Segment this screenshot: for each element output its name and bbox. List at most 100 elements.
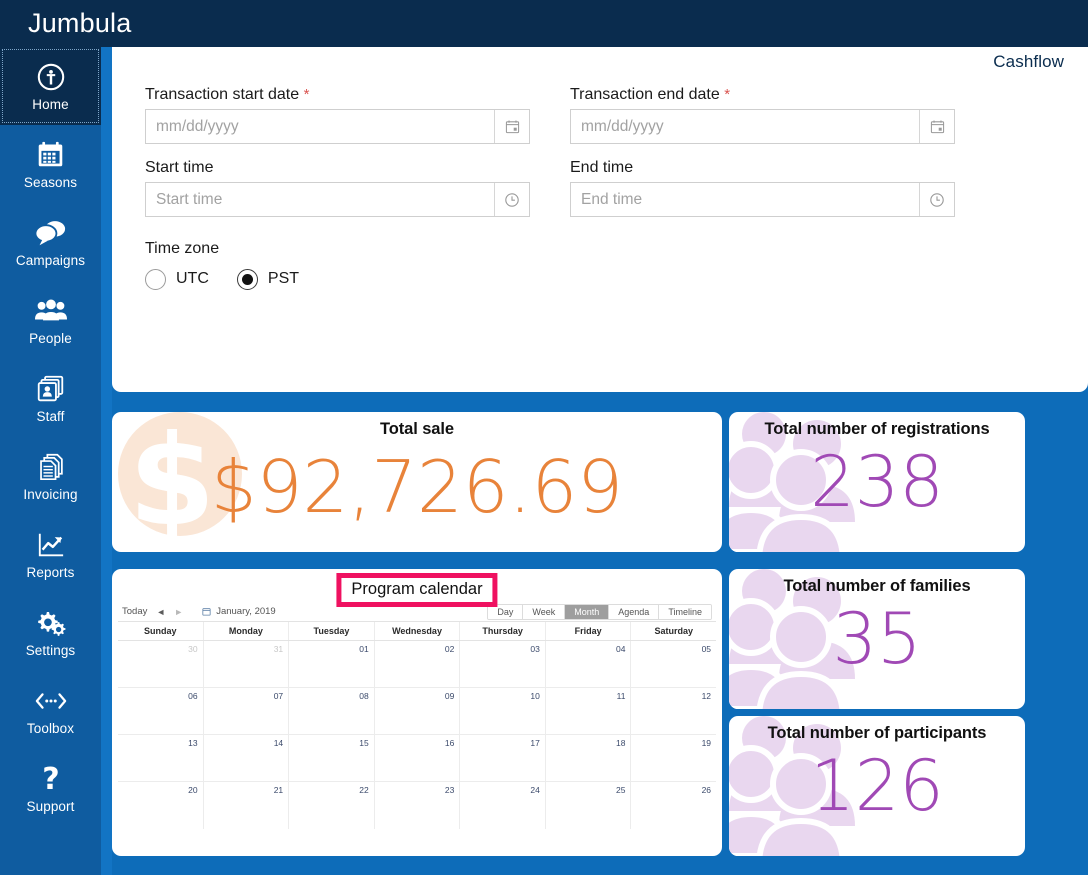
start-time-input[interactable] [146, 183, 494, 217]
calendar-day-cell[interactable]: 01 [289, 641, 375, 687]
sidebar-item-label: Toolbox [26, 720, 75, 736]
calendar-view-timeline[interactable]: Timeline [659, 604, 711, 619]
start-date-label-text: Transaction start date [145, 86, 300, 103]
calendar-view-week[interactable]: Week [523, 604, 566, 619]
calendar-widget: Today ◄ ► January, 2019 Day Week Month Agen… [118, 602, 716, 850]
timezone-radio-pst[interactable]: PST [236, 268, 299, 290]
calendar-day-cell[interactable]: 06 [118, 688, 204, 734]
info-circle-icon [34, 61, 68, 93]
calendar-period-label: January, 2019 [216, 606, 276, 617]
calendar-day-cell[interactable]: 22 [289, 782, 375, 829]
end-time-input-wrap[interactable] [570, 182, 955, 218]
start-date-field-group: Transaction start date * [145, 85, 548, 145]
end-time-label: End time [570, 159, 634, 177]
start-time-clock-icon[interactable] [494, 183, 529, 217]
calendar-day-cell[interactable]: 31 [204, 641, 290, 687]
sidebar-item-label: Seasons [23, 174, 78, 190]
calendar-day-cell[interactable]: 09 [375, 688, 461, 734]
id-cards-icon [34, 373, 68, 405]
calendar-day-header: Thursday [460, 622, 546, 640]
start-date-input-wrap[interactable] [145, 109, 530, 145]
program-calendar-title: Program calendar [336, 573, 498, 607]
calendar-day-cell[interactable]: 19 [631, 735, 716, 781]
timezone-radio-utc[interactable]: UTC [145, 268, 209, 290]
sidebar-item-toolbox[interactable]: Toolbox [0, 671, 101, 749]
calendar-day-cell[interactable]: 16 [375, 735, 461, 781]
chat-bubbles-icon [34, 217, 68, 249]
calendar-day-cell[interactable]: 04 [546, 641, 632, 687]
calendar-grid: 30 31 01 02 03 04 05 06 07 08 09 10 11 12 13 14 15 16 17 18… [118, 640, 716, 829]
sidebar-item-invoicing[interactable]: Invoicing [0, 437, 101, 515]
calendar-day-cell[interactable]: 26 [631, 782, 716, 829]
calendar-day-cell[interactable]: 30 [118, 641, 204, 687]
start-date-input[interactable] [146, 110, 494, 144]
card-total-participants-value: 126 [810, 745, 944, 827]
end-time-input[interactable] [571, 183, 919, 217]
calendar-day-cell[interactable]: 18 [546, 735, 632, 781]
card-total-participants-title: Total number of participants [767, 724, 987, 742]
calendar-view-agenda[interactable]: Agenda [609, 604, 660, 619]
sidebar-nav: Home Seasons Campaigns People Staff Invoicing… [0, 47, 101, 875]
calendar-day-cell[interactable]: 14 [204, 735, 290, 781]
sidebar-item-staff[interactable]: Staff [0, 359, 101, 437]
calendar-day-cell[interactable]: 02 [375, 641, 461, 687]
calendar-day-cell[interactable]: 25 [546, 782, 632, 829]
calendar-period[interactable]: January, 2019 [202, 606, 276, 617]
end-date-calendar-icon[interactable] [919, 110, 954, 144]
end-date-input[interactable] [571, 110, 919, 144]
card-total-participants: Total number of participants 126 [729, 716, 1025, 856]
calendar-week-row: 06 07 08 09 10 11 12 [118, 688, 716, 735]
sidebar-item-reports[interactable]: Reports [0, 515, 101, 593]
sidebar-item-seasons[interactable]: Seasons [0, 125, 101, 203]
calendar-day-cell[interactable]: 17 [460, 735, 546, 781]
line-chart-icon [34, 529, 68, 561]
card-program-calendar: Program calendar Today ◄ ► January, 2019 [112, 569, 722, 856]
end-date-input-wrap[interactable] [570, 109, 955, 145]
calendar-day-cell[interactable]: 24 [460, 782, 546, 829]
calendar-day-cell[interactable]: 05 [631, 641, 716, 687]
calendar-prev-icon[interactable]: ◄ [156, 607, 165, 617]
start-time-field-group: Start time [145, 158, 548, 218]
gears-icon [34, 607, 68, 639]
top-bar: Jumbula [0, 0, 1088, 47]
radio-dot-icon [236, 268, 258, 290]
calendar-day-cell[interactable]: 20 [118, 782, 204, 829]
start-time-label: Start time [145, 159, 214, 177]
calendar-next-icon[interactable]: ► [174, 607, 183, 617]
calendar-day-cell[interactable]: 07 [204, 688, 290, 734]
sidebar-item-label: Campaigns [15, 252, 86, 268]
start-date-calendar-icon[interactable] [494, 110, 529, 144]
calendar-day-cell[interactable]: 03 [460, 641, 546, 687]
calendar-day-cell[interactable]: 08 [289, 688, 375, 734]
timezone-radio-label: UTC [176, 270, 209, 288]
end-time-clock-icon[interactable] [919, 183, 954, 217]
sidebar-item-home[interactable]: Home [0, 47, 101, 125]
sidebar-item-people[interactable]: People [0, 281, 101, 359]
timezone-label: Time zone [145, 240, 220, 258]
calendar-week-row: 20 21 22 23 24 25 26 [118, 782, 716, 829]
calendar-today-button[interactable]: Today [122, 606, 147, 617]
calendar-view-switcher: Day Week Month Agenda Timeline [487, 603, 712, 620]
calendar-day-cell[interactable]: 11 [546, 688, 632, 734]
sidebar-item-campaigns[interactable]: Campaigns [0, 203, 101, 281]
card-total-registrations: Total number of registrations 238 [729, 412, 1025, 552]
calendar-view-month[interactable]: Month [565, 604, 610, 619]
calendar-day-cell[interactable]: 15 [289, 735, 375, 781]
sidebar-item-label: People [29, 330, 72, 346]
start-time-input-wrap[interactable] [145, 182, 530, 218]
calendar-day-cell[interactable]: 10 [460, 688, 546, 734]
calendar-day-cell[interactable]: 13 [118, 735, 204, 781]
calendar-day-cell[interactable]: 21 [204, 782, 290, 829]
radio-dot-icon [145, 268, 166, 290]
sidebar-item-support[interactable]: ? Support [0, 749, 101, 827]
calendar-day-header: Sunday [118, 622, 204, 640]
documents-icon [34, 451, 68, 483]
calendar-day-header: Wednesday [375, 622, 461, 640]
calendar-day-header: Monday [204, 622, 290, 640]
sidebar-item-settings[interactable]: Settings [0, 593, 101, 671]
calendar-week-row: 13 14 15 16 17 18 19 [118, 735, 716, 782]
calendar-day-cell[interactable]: 12 [631, 688, 716, 734]
calendar-day-cell[interactable]: 23 [375, 782, 461, 829]
timezone-radio-group: UTC PST [145, 268, 1025, 290]
dashboard-page: Jumbula Home Seasons Campaigns People Staff I… [0, 0, 1088, 875]
